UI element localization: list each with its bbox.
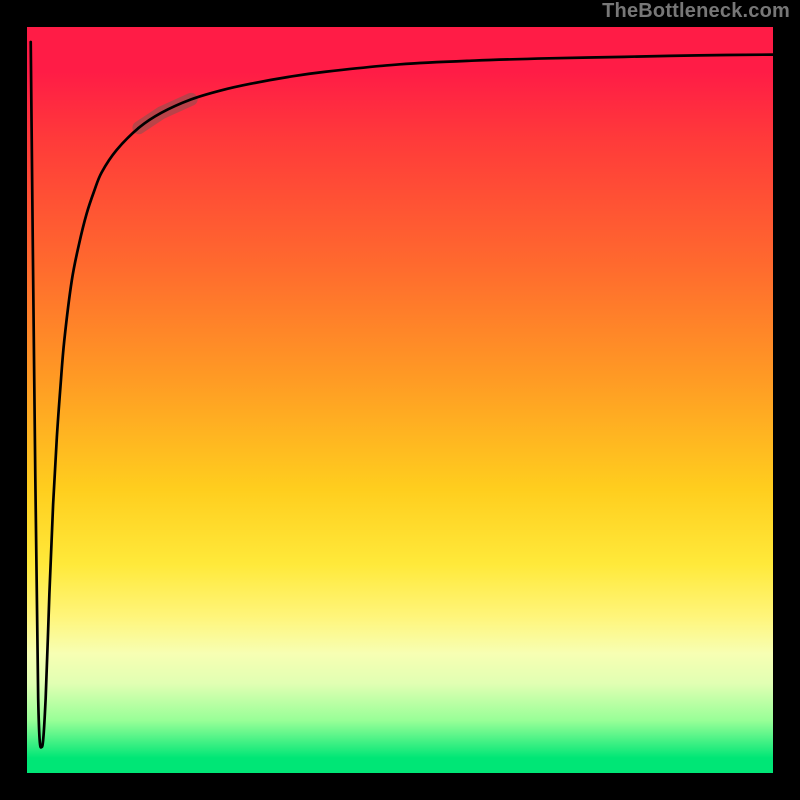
bottleneck-curve	[31, 42, 773, 748]
plot-area	[27, 27, 773, 773]
curve-layer	[27, 27, 773, 773]
watermark-text: TheBottleneck.com	[602, 0, 790, 23]
chart-container: TheBottleneck.com	[0, 0, 800, 800]
